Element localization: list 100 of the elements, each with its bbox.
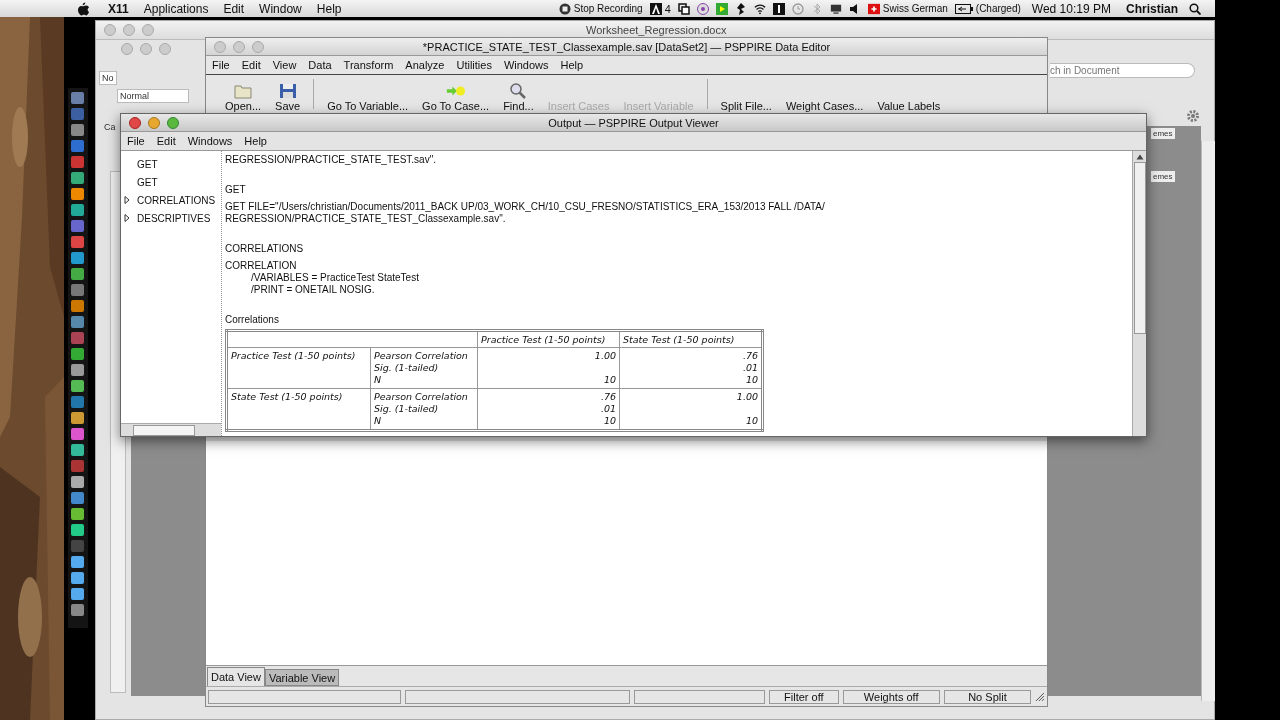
window-title: Output — PSPPIRE Output Viewer bbox=[548, 116, 719, 129]
menu-item[interactable]: Help bbox=[560, 59, 584, 71]
outline-row[interactable]: DESCRIPTIVES bbox=[121, 209, 221, 227]
syntax-line: GET FILE="/Users/christian/Documents/2011_BACK UP/03_WORK_CH/10_CSU_FRESNO/STATISTICS_ERA_153/2013 FALL /DATA/ bbox=[225, 201, 826, 213]
table-cell: .76 bbox=[600, 391, 616, 402]
table-cell: .76 bbox=[742, 350, 758, 361]
wifi-icon[interactable] bbox=[753, 2, 766, 15]
zoom-button[interactable] bbox=[142, 24, 154, 36]
statistic-label: Sig. (1-tailed) bbox=[374, 403, 440, 415]
menu-item[interactable]: Edit bbox=[219, 1, 249, 16]
toolbar-button[interactable]: Go To Case... bbox=[417, 83, 495, 112]
menu-item[interactable]: Help bbox=[312, 1, 346, 16]
menu-item[interactable]: Window bbox=[255, 1, 306, 16]
window-title: Worksheet_Regression.docx bbox=[586, 24, 727, 36]
menu-item[interactable]: File bbox=[127, 135, 145, 147]
expand-icon[interactable] bbox=[124, 214, 130, 222]
search-icon[interactable] bbox=[1189, 2, 1201, 15]
statistic-label: Pearson Correlation bbox=[374, 350, 469, 362]
clock-icon[interactable] bbox=[791, 2, 804, 15]
syntax-line: CORRELATIONS bbox=[225, 243, 305, 255]
menu-item[interactable]: Help bbox=[244, 135, 267, 147]
clock[interactable]: Wed 10:19 PM bbox=[1027, 1, 1115, 16]
outline-label: GET bbox=[137, 176, 158, 188]
column-header: Practice Test (1-50 points) bbox=[477, 330, 620, 348]
battery-icon bbox=[954, 2, 973, 15]
letter-a-icon bbox=[649, 2, 662, 15]
menu-item[interactable]: Edit bbox=[241, 59, 261, 71]
statistic-label: N bbox=[374, 415, 383, 427]
apple-icon[interactable] bbox=[78, 1, 89, 16]
tab[interactable]: Variable View bbox=[264, 669, 340, 686]
table-cell: 10 bbox=[745, 374, 758, 385]
toolbar-button[interactable]: Save bbox=[270, 83, 306, 112]
flag-icon bbox=[867, 2, 880, 15]
syntax-line: GET bbox=[225, 184, 247, 196]
scrollbar[interactable] bbox=[121, 423, 221, 436]
table-cell: .01 bbox=[742, 362, 758, 373]
search-field[interactable]: ch in Document bbox=[1050, 63, 1195, 78]
outline-label: DESCRIPTIVES bbox=[137, 212, 211, 224]
toolbar-button[interactable]: Split File... bbox=[715, 83, 777, 112]
adobe-status[interactable]: 4 bbox=[649, 2, 671, 15]
minimize-button[interactable] bbox=[123, 24, 135, 36]
menu-item[interactable]: Windows bbox=[187, 135, 233, 147]
input-source-menu[interactable]: Swiss German bbox=[867, 2, 948, 15]
tab[interactable]: Data View bbox=[207, 667, 265, 686]
play-icon[interactable] bbox=[715, 2, 728, 15]
stop-recording-button[interactable]: Stop Recording bbox=[558, 2, 643, 15]
toolbar-button[interactable]: Weight Cases... bbox=[780, 83, 869, 112]
menu-item[interactable]: Analyze bbox=[405, 59, 445, 71]
table-cell: 10 bbox=[603, 415, 616, 426]
display-icon[interactable] bbox=[829, 2, 842, 15]
zoom-button[interactable] bbox=[167, 116, 179, 129]
folder-icon bbox=[233, 83, 254, 99]
menu-item[interactable]: Utilities bbox=[456, 59, 492, 71]
outline-label: CORRELATIONS bbox=[137, 194, 216, 206]
syntax-line: CORRELATION bbox=[225, 260, 298, 272]
status-cell: Weights off bbox=[842, 689, 940, 704]
toolbar-button[interactable]: Open... bbox=[220, 83, 267, 112]
outline-label: GET bbox=[137, 158, 158, 170]
menu-item[interactable]: Edit bbox=[156, 135, 176, 147]
outline-row[interactable]: CORRELATIONS bbox=[121, 191, 221, 209]
table-cell: 1.00 bbox=[594, 350, 616, 361]
toolbar-button[interactable]: Value Labels bbox=[872, 83, 946, 112]
disc-icon[interactable] bbox=[696, 2, 709, 15]
windows-icon[interactable] bbox=[677, 2, 690, 15]
outline-row[interactable]: GET bbox=[121, 173, 221, 191]
statistic-label: Sig. (1-tailed) bbox=[374, 362, 440, 374]
menu-item[interactable]: Transform bbox=[343, 59, 394, 71]
app-menu[interactable]: X11 bbox=[104, 1, 133, 16]
statistic-label: Pearson Correlation bbox=[374, 391, 469, 403]
menu-item[interactable]: File bbox=[212, 59, 230, 71]
menu-item[interactable]: Applications bbox=[139, 1, 213, 16]
font-field[interactable]: No bbox=[99, 71, 117, 85]
ribbon-label: emes bbox=[1151, 128, 1175, 139]
menu-item[interactable]: View bbox=[272, 59, 297, 71]
toolbar-button[interactable]: Go To Variable... bbox=[322, 83, 414, 112]
toolbar-button[interactable]: Find... bbox=[498, 83, 539, 112]
style-field[interactable]: Normal bbox=[117, 89, 189, 103]
zoom-button[interactable] bbox=[252, 40, 264, 53]
minimize-button[interactable] bbox=[148, 116, 160, 129]
syntax-line: REGRESSION/PRACTICE_STATE_TEST_Classexample.sav". bbox=[225, 213, 507, 225]
close-button[interactable] bbox=[129, 116, 141, 129]
zoom-button[interactable] bbox=[159, 43, 171, 55]
menu-item[interactable]: Windows bbox=[503, 59, 549, 71]
gear-icon[interactable] bbox=[1186, 109, 1200, 123]
scrollbar[interactable] bbox=[1201, 141, 1215, 701]
user-menu[interactable]: Christian bbox=[1122, 1, 1182, 16]
dock-drawing[interactable] bbox=[68, 88, 88, 628]
minimize-button[interactable] bbox=[233, 40, 245, 53]
scrollbar[interactable] bbox=[1132, 151, 1146, 436]
expand-icon[interactable] bbox=[124, 196, 130, 204]
resize-grip-icon[interactable] bbox=[1035, 691, 1045, 702]
battery-status[interactable]: (Charged) bbox=[954, 2, 1021, 15]
arrow-icon bbox=[445, 83, 466, 99]
ribbon-label: emes bbox=[1151, 171, 1175, 182]
outline-row[interactable]: GET bbox=[121, 155, 221, 173]
table-cell: 1.00 bbox=[736, 391, 758, 402]
scroll-up-icon[interactable] bbox=[1135, 154, 1144, 160]
minimize-button[interactable] bbox=[140, 43, 152, 55]
table-cell: 10 bbox=[603, 374, 616, 385]
menu-item[interactable]: Data bbox=[308, 59, 332, 71]
